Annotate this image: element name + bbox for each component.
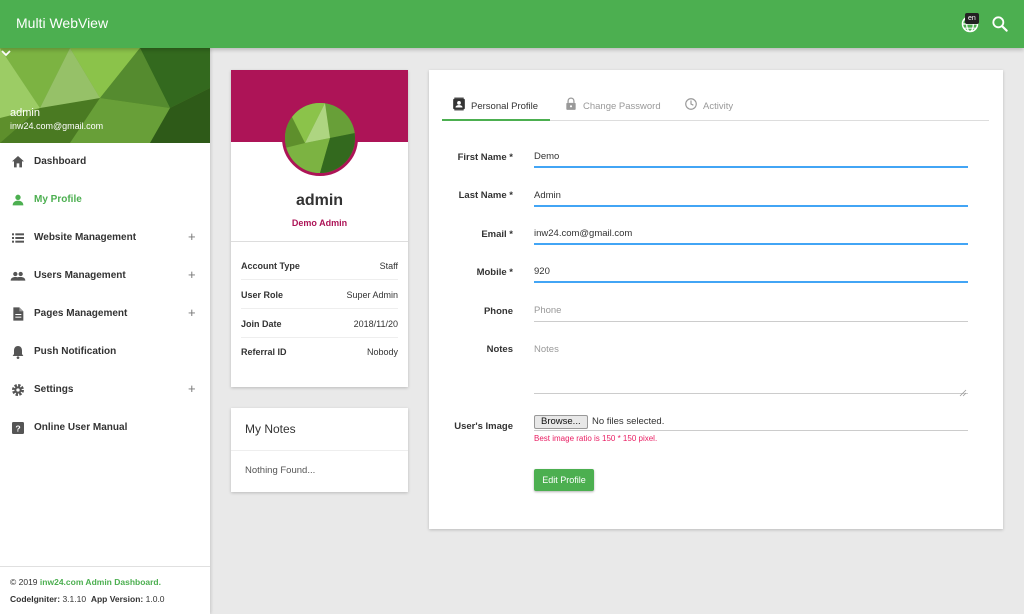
info-key: Referral ID: [241, 347, 287, 357]
sidebar-item-label: Dashboard: [34, 156, 87, 167]
page-icon: [13, 307, 24, 321]
gear-icon: [12, 384, 24, 396]
tab-personal-profile[interactable]: Personal Profile: [442, 92, 550, 121]
info-row-join-date: Join Date 2018/11/20: [241, 309, 398, 338]
email-field[interactable]: [534, 223, 968, 245]
sidebar-item-label: Pages Management: [34, 308, 128, 319]
footer-ci-version: 3.1.10: [62, 594, 87, 604]
app-title: Multi WebView: [16, 15, 109, 31]
notes-textarea[interactable]: [534, 342, 968, 394]
file-status-text: No files selected.: [592, 416, 665, 427]
contact-card-icon: [453, 97, 465, 111]
sidebar-item-label: Settings: [34, 384, 74, 395]
profile-name: admin: [295, 192, 344, 209]
mobile-field[interactable]: [534, 261, 968, 283]
language-badge[interactable]: en: [965, 13, 979, 24]
expand-plus-icon[interactable]: +: [188, 381, 196, 396]
info-value: Nobody: [366, 347, 398, 357]
banner-user-email: inw24.com@gmail.com: [10, 121, 104, 131]
info-key: User Role: [241, 290, 284, 300]
tab-label: Activity: [703, 101, 734, 112]
sidebar-item-online-user-manual[interactable]: ? Online User Manual: [0, 409, 210, 447]
notes-card-title: My Notes: [245, 422, 296, 436]
clock-icon: [685, 98, 697, 110]
bell-icon: [12, 346, 24, 359]
phone-label: Phone: [483, 306, 513, 317]
sidebar: admin inw24.com@gmail.com Dashboard My P…: [0, 48, 210, 614]
sidebar-item-pages-management[interactable]: Pages Management +: [0, 295, 210, 333]
person-icon: [12, 194, 24, 206]
profile-form-card: Personal Profile Change Password Activit…: [429, 70, 1003, 529]
sidebar-item-label: Users Management: [34, 270, 126, 281]
sidebar-item-label: My Profile: [34, 194, 82, 205]
edit-profile-button[interactable]: Edit Profile: [534, 469, 594, 491]
mobile-label: Mobile *: [476, 267, 513, 278]
sidebar-menu: Dashboard My Profile Website Management …: [0, 143, 210, 447]
banner-user-name: admin: [10, 107, 40, 119]
footer-app-version: 1.0.0: [145, 594, 165, 604]
home-icon: [12, 156, 24, 168]
sidebar-item-label: Online User Manual: [34, 422, 128, 433]
resize-handle-icon[interactable]: [959, 389, 967, 397]
notes-label: Notes: [486, 344, 513, 355]
avatar-image: [285, 103, 355, 173]
people-icon: [10, 271, 26, 281]
info-row-user-role: User Role Super Admin: [241, 280, 398, 309]
image-file-input: Browse... No files selected.: [534, 415, 968, 431]
profile-divider: [231, 241, 408, 242]
sidebar-item-push-notification[interactable]: Push Notification: [0, 333, 210, 371]
top-app-bar: Multi WebView en: [0, 0, 1024, 48]
footer-brand-link[interactable]: inw24.com Admin Dashboard.: [40, 577, 161, 587]
svg-text:?: ?: [15, 423, 20, 433]
search-icon[interactable]: [990, 14, 1010, 34]
sidebar-item-website-management[interactable]: Website Management +: [0, 219, 210, 257]
tab-label: Change Password: [583, 101, 661, 112]
profile-card: admin Demo Admin Account Type Staff User…: [231, 70, 408, 387]
info-row-account-type: Account Type Staff: [241, 251, 398, 280]
footer-copyright: © 2019: [10, 577, 38, 587]
info-key: Join Date: [241, 319, 282, 329]
sidebar-footer: © 2019 inw24.com Admin Dashboard. CodeIg…: [0, 566, 210, 614]
info-row-referral-id: Referral ID Nobody: [241, 337, 398, 366]
tab-label: Personal Profile: [471, 101, 539, 112]
last-name-label: Last Name *: [458, 190, 513, 201]
user-banner: admin inw24.com@gmail.com: [0, 48, 210, 143]
sidebar-item-label: Website Management: [34, 232, 137, 243]
profile-tabs: Personal Profile Change Password Activit…: [442, 92, 989, 121]
last-name-field[interactable]: [534, 185, 968, 207]
info-value: 2018/11/20: [353, 319, 398, 329]
first-name-label: First Name *: [457, 152, 513, 163]
avatar: [282, 100, 358, 176]
chevron-down-icon[interactable]: [0, 48, 12, 58]
expand-plus-icon[interactable]: +: [188, 229, 196, 244]
notes-divider: [231, 450, 408, 451]
sidebar-item-my-profile[interactable]: My Profile: [0, 181, 210, 219]
expand-plus-icon[interactable]: +: [188, 305, 196, 320]
help-icon: ?: [12, 422, 24, 434]
tab-change-password[interactable]: Change Password: [554, 92, 666, 121]
info-value: Staff: [379, 261, 398, 271]
notes-empty-text: Nothing Found...: [245, 465, 316, 476]
list-icon: [12, 233, 24, 243]
footer-app-label: App Version:: [90, 594, 144, 604]
footer-ci-label: CodeIgniter:: [10, 594, 61, 604]
phone-field[interactable]: [534, 300, 968, 322]
info-value: Super Admin: [346, 290, 398, 300]
expand-plus-icon[interactable]: +: [188, 267, 196, 282]
sidebar-item-settings[interactable]: Settings +: [0, 371, 210, 409]
image-hint-text: Best image ratio is 150 * 150 pixel.: [534, 434, 658, 443]
first-name-field[interactable]: [534, 146, 968, 168]
users-image-label: User's Image: [454, 421, 513, 432]
sidebar-item-users-management[interactable]: Users Management +: [0, 257, 210, 295]
lock-icon: [566, 97, 576, 110]
notes-card: My Notes Nothing Found...: [231, 408, 408, 492]
sidebar-item-label: Push Notification: [34, 346, 117, 357]
profile-role: Demo Admin: [291, 218, 348, 228]
info-key: Account Type: [241, 261, 300, 271]
tab-activity[interactable]: Activity: [674, 92, 744, 121]
browse-button[interactable]: Browse...: [534, 415, 588, 429]
sidebar-item-dashboard[interactable]: Dashboard: [0, 143, 210, 181]
email-label: Email *: [481, 229, 513, 240]
